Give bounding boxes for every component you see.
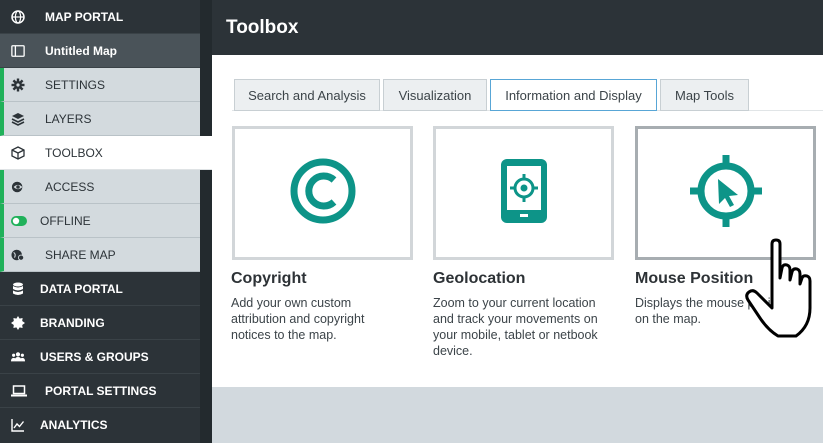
tool-desc-mouse-position: Displays the mouse position on the map. bbox=[635, 296, 791, 326]
box-icon bbox=[11, 146, 25, 160]
nav-users-groups[interactable]: USERS & GROUPS bbox=[0, 340, 200, 374]
nav-untitled-map-label: Untitled Map bbox=[45, 44, 117, 58]
laptop-icon bbox=[11, 384, 27, 398]
main-panel: Toolbox Search and Analysis Visualizatio… bbox=[212, 0, 823, 443]
tool-title-mouse-position: Mouse Position bbox=[635, 270, 754, 287]
nav-map-portal-label: MAP PORTAL bbox=[45, 10, 124, 24]
tool-title-copyright: Copyright bbox=[231, 270, 307, 287]
nav-users-groups-label: USERS & GROUPS bbox=[40, 350, 149, 364]
globe-icon bbox=[11, 10, 25, 24]
nav-toolbox-label: TOOLBOX bbox=[45, 146, 103, 160]
tool-card-copyright[interactable] bbox=[232, 126, 413, 260]
sidebar: MAP PORTAL Untitled Map SETTINGS LAYERS … bbox=[0, 0, 212, 443]
crosshair-pointer-icon bbox=[686, 151, 766, 236]
nav-analytics[interactable]: ANALYTICS bbox=[0, 408, 200, 442]
badge-icon bbox=[11, 316, 25, 330]
layers-icon bbox=[11, 112, 25, 126]
copyright-icon bbox=[289, 157, 357, 230]
map-book-icon bbox=[11, 44, 25, 58]
nav-data-portal-label: DATA PORTAL bbox=[40, 282, 123, 296]
toggle-icon[interactable] bbox=[11, 214, 27, 228]
nav-settings[interactable]: SETTINGS bbox=[0, 68, 200, 102]
nav-share-map[interactable]: SHARE MAP bbox=[0, 238, 200, 272]
nav-layers[interactable]: LAYERS bbox=[0, 102, 200, 136]
tool-desc-copyright: Add your own custom attribution and copy… bbox=[231, 296, 365, 342]
nav-portal-settings[interactable]: PORTAL SETTINGS bbox=[0, 374, 200, 408]
nav-offline-label: OFFLINE bbox=[40, 214, 91, 228]
chart-icon bbox=[11, 418, 25, 432]
tool-card-mouse-position[interactable] bbox=[635, 126, 816, 260]
eye-icon bbox=[11, 180, 25, 194]
tab-search-and-analysis[interactable]: Search and Analysis bbox=[234, 79, 380, 111]
nav-settings-label: SETTINGS bbox=[45, 78, 106, 92]
nav-portal-settings-label: PORTAL SETTINGS bbox=[45, 384, 157, 398]
nav-layers-label: LAYERS bbox=[45, 112, 92, 126]
nav-access[interactable]: ACCESS bbox=[0, 170, 200, 204]
nav-toolbox[interactable]: TOOLBOX bbox=[0, 136, 212, 170]
nav-untitled-map[interactable]: Untitled Map bbox=[0, 34, 200, 68]
share-globe-icon bbox=[11, 248, 25, 262]
tab-information-and-display[interactable]: Information and Display bbox=[490, 79, 657, 111]
nav-branding[interactable]: BRANDING bbox=[0, 306, 200, 340]
tab-visualization[interactable]: Visualization bbox=[383, 79, 487, 111]
nav-branding-label: BRANDING bbox=[40, 316, 105, 330]
content-footer-band bbox=[212, 387, 823, 443]
nav-analytics-label: ANALYTICS bbox=[40, 418, 108, 432]
nav-access-label: ACCESS bbox=[45, 180, 95, 194]
gear-icon bbox=[11, 78, 25, 92]
page-title: Toolbox bbox=[226, 17, 299, 38]
nav-share-map-label: SHARE MAP bbox=[45, 248, 116, 262]
nav-offline[interactable]: OFFLINE bbox=[0, 204, 200, 238]
tool-title-geolocation: Geolocation bbox=[433, 270, 526, 287]
tool-desc-geolocation: Zoom to your current location and track … bbox=[433, 296, 598, 358]
geolocation-tablet-icon bbox=[499, 157, 549, 230]
users-icon bbox=[11, 350, 25, 364]
tab-map-tools[interactable]: Map Tools bbox=[660, 79, 749, 111]
page-header: Toolbox bbox=[212, 0, 823, 55]
tool-card-geolocation[interactable] bbox=[433, 126, 614, 260]
nav-data-portal[interactable]: DATA PORTAL bbox=[0, 272, 200, 306]
sidebar-divider bbox=[200, 0, 212, 443]
database-icon bbox=[11, 282, 25, 296]
nav-map-portal[interactable]: MAP PORTAL bbox=[0, 0, 200, 34]
